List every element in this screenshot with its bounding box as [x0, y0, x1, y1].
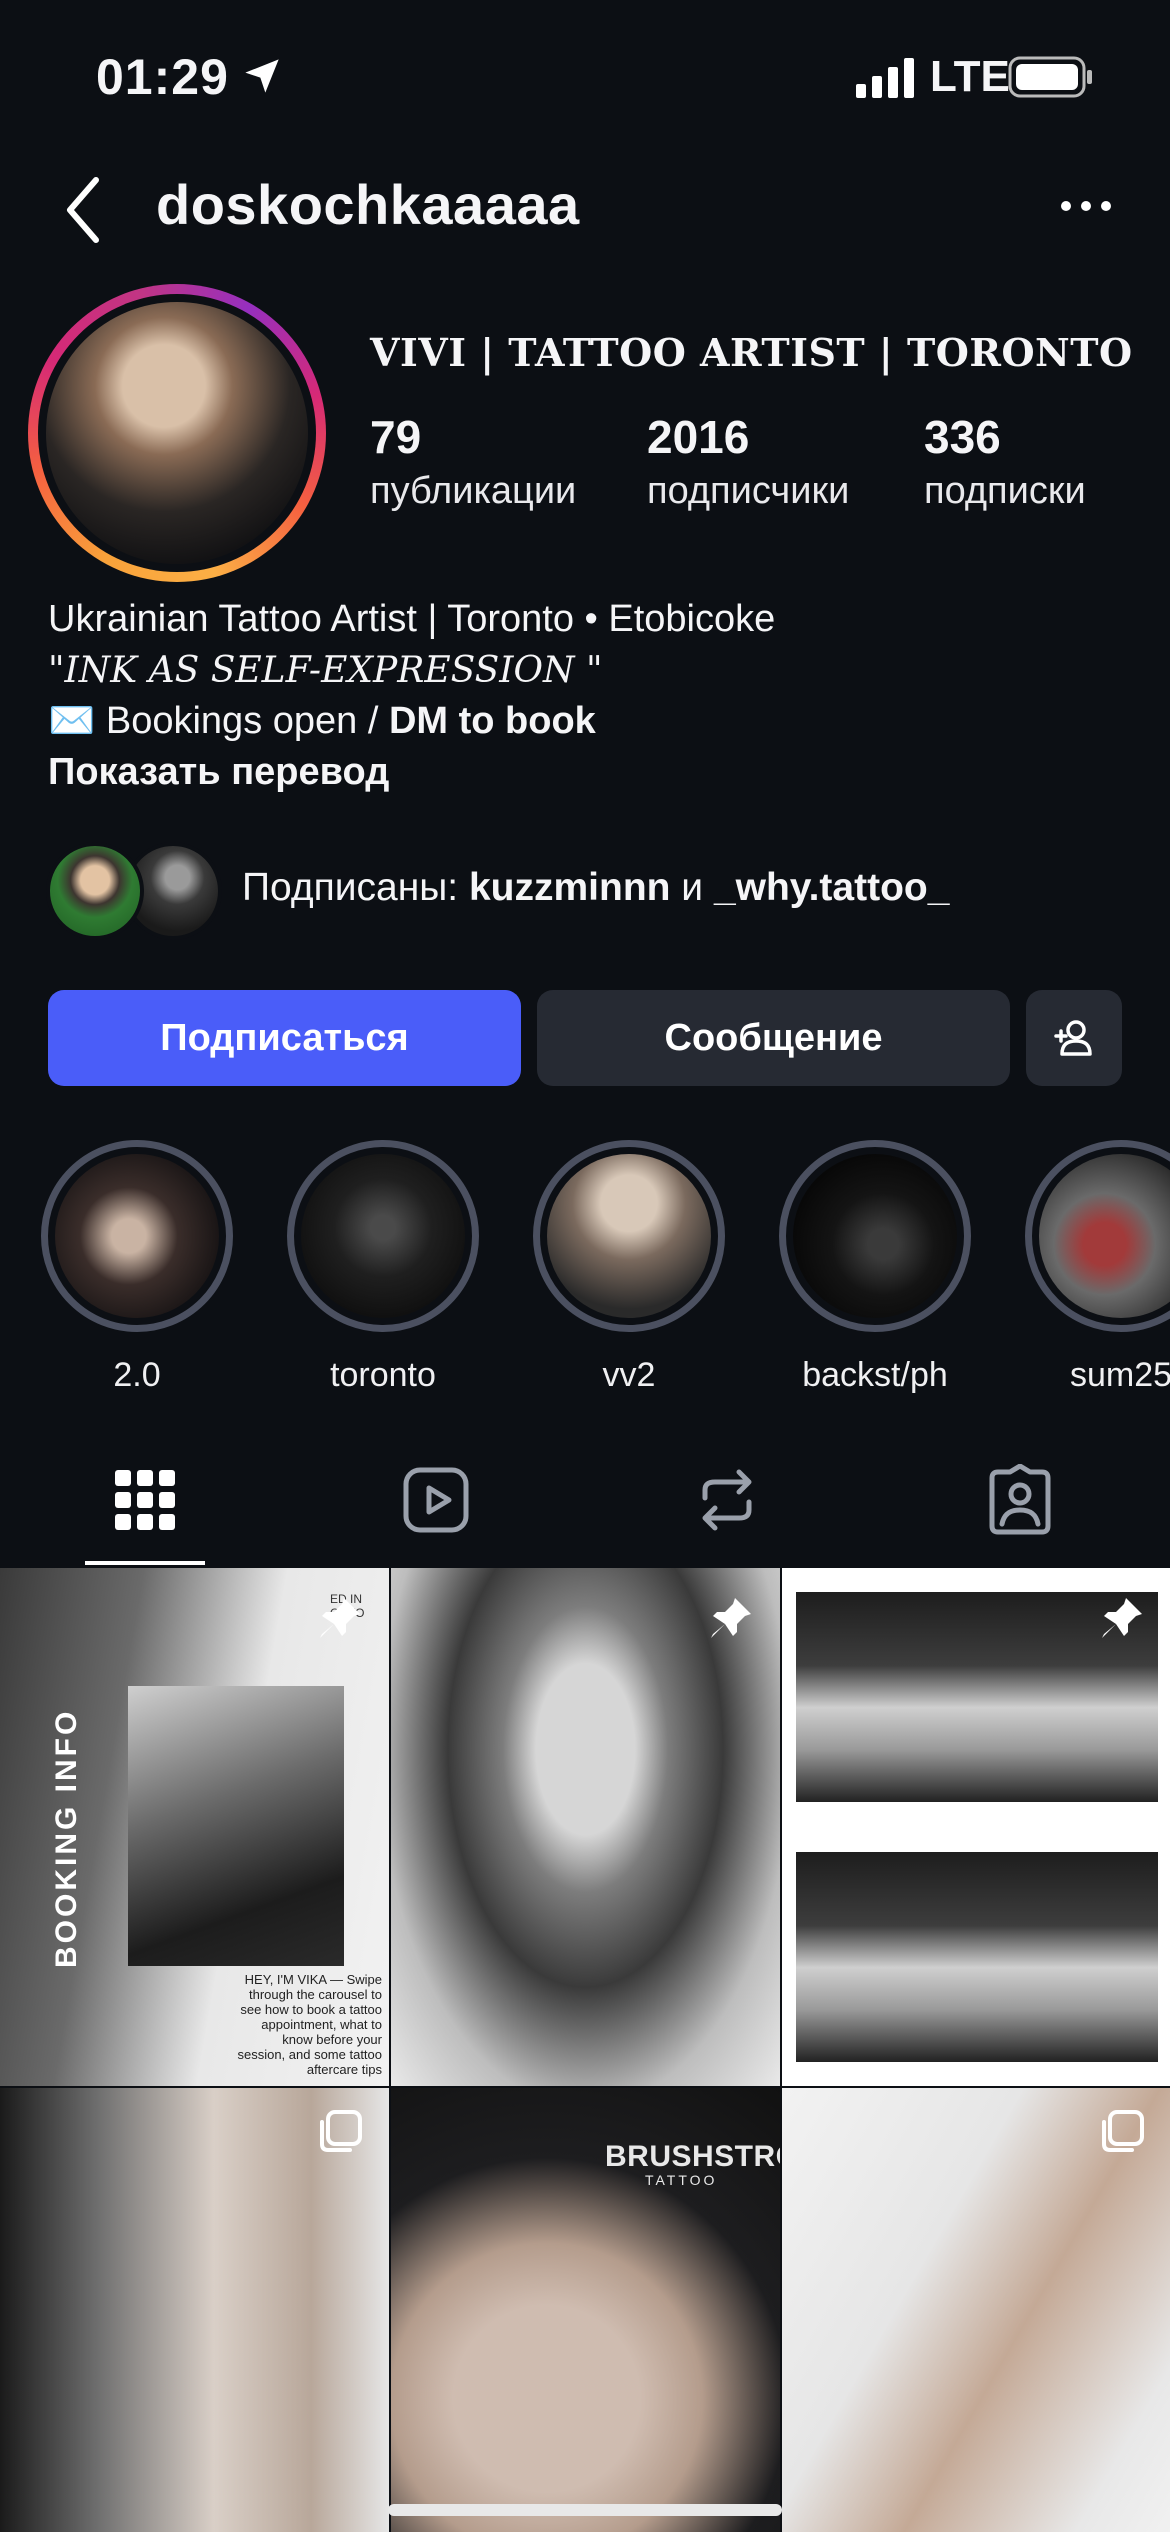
story-highlight[interactable]: backst/ph	[779, 1140, 971, 1395]
stat-followers[interactable]: 2016 подписчики	[647, 410, 849, 513]
avatar-photo	[46, 302, 308, 564]
tab-reels[interactable]	[400, 1464, 472, 1536]
highlight-label: toronto	[330, 1356, 436, 1394]
add-person-icon	[1054, 1020, 1092, 1056]
post-thumbnail[interactable]: BRUSHSTROKE TATTOO	[391, 2088, 780, 2532]
carousel-icon	[1102, 2110, 1144, 2152]
mutual-user-2[interactable]: _why.tattoo_	[714, 866, 949, 909]
mutual-joiner: и	[670, 866, 714, 909]
story-highlight[interactable]: toronto	[287, 1140, 479, 1395]
mutual-user-1[interactable]: kuzzminnn	[469, 866, 671, 909]
highlight-label: backst/ph	[802, 1356, 948, 1394]
highlight-cover	[1039, 1154, 1170, 1318]
battery-icon	[1008, 56, 1092, 98]
tab-grid[interactable]	[109, 1464, 181, 1536]
suggested-users-button[interactable]	[1026, 990, 1122, 1086]
post-thumbnail[interactable]: BOOKING INFO ED IN ONTO HEY, I'M VIKA — …	[0, 1568, 389, 2086]
post-watermark-sub: TATTOO	[645, 2172, 718, 2188]
post-overlay-caption: HEY, I'M VIKA — Swipe through the carous…	[237, 1972, 382, 2077]
network-type: LTE	[930, 52, 1010, 101]
post-thumbnail[interactable]	[782, 2088, 1170, 2532]
highlight-label: vv2	[602, 1356, 656, 1394]
home-indicator[interactable]	[388, 2504, 782, 2516]
status-time: 01:29	[96, 49, 229, 105]
stat-posts-label: публикации	[370, 470, 577, 512]
pin-icon	[711, 1598, 751, 1638]
stat-following[interactable]: 336 подписки	[924, 410, 1086, 513]
mutual-prefix: Подписаны:	[242, 866, 469, 909]
profile-username: doskochkaaaaa	[156, 173, 580, 236]
pin-icon	[1102, 1598, 1142, 1638]
highlight-label: sum25	[1069, 1356, 1170, 1394]
stat-following-label: подписки	[924, 470, 1086, 512]
back-chevron-icon[interactable]	[56, 170, 112, 250]
mutual-followers-text[interactable]: Подписаны: kuzzminnn и _why.tattoo_	[242, 866, 949, 910]
bio-line-3: ✉️ Bookings open / DM to book	[48, 696, 775, 747]
display-name: VIVI | TATTOO ARTIST | TORONTO	[370, 330, 1133, 375]
story-highlight[interactable]: 2.0	[41, 1140, 233, 1395]
more-options-icon[interactable]	[1058, 196, 1114, 216]
post-watermark: BRUSHSTROKE TATTOO	[605, 2140, 780, 2188]
post-thumbnail[interactable]	[391, 1568, 780, 2086]
stat-following-value: 336	[924, 411, 1001, 463]
status-bar: 01:29 LTE	[0, 0, 1170, 150]
highlight-label: 2.0	[113, 1356, 161, 1394]
story-highlight[interactable]: sum25	[1025, 1140, 1170, 1395]
mutual-follower-avatar[interactable]	[46, 842, 144, 940]
highlight-cover	[793, 1154, 957, 1318]
show-translation-link[interactable]: Показать перевод	[48, 747, 775, 798]
post-watermark-brand: BRUSHSTROKE	[605, 2140, 780, 2173]
message-button[interactable]: Сообщение	[537, 990, 1010, 1086]
stat-posts[interactable]: 79 публикации	[370, 410, 576, 513]
story-highlight[interactable]: vv2	[533, 1140, 725, 1395]
post-overlay-text: BOOKING INFO	[50, 1708, 83, 1968]
follow-button[interactable]: Подписаться	[48, 990, 521, 1086]
tab-tagged[interactable]	[984, 1464, 1056, 1536]
tab-reposts[interactable]	[691, 1464, 763, 1536]
posts-grid: BOOKING INFO ED IN ONTO HEY, I'M VIKA — …	[0, 1568, 1170, 2532]
post-thumbnail[interactable]	[782, 1568, 1170, 2086]
post-thumbnail[interactable]	[0, 2088, 389, 2532]
post-photo-bottom	[796, 1852, 1158, 2062]
carousel-icon	[320, 2110, 362, 2152]
cellular-signal-icon	[856, 58, 914, 98]
stat-posts-value: 79	[370, 411, 422, 463]
stat-followers-label: подписчики	[647, 470, 850, 512]
post-inset-photo	[128, 1686, 344, 1966]
bio-line-3-bold: DM to book	[388, 700, 596, 742]
highlight-cover	[55, 1154, 219, 1318]
highlight-cover	[301, 1154, 465, 1318]
location-arrow-icon	[245, 59, 279, 93]
profile-avatar[interactable]	[28, 284, 326, 582]
pin-icon	[320, 1598, 360, 1638]
highlight-cover	[547, 1154, 711, 1318]
stat-followers-value: 2016	[647, 411, 750, 463]
bio-line-3-text: ✉️ Bookings open /	[48, 700, 389, 742]
active-tab-indicator	[85, 1561, 205, 1565]
profile-bio: Ukrainian Tattoo Artist | Toronto • Etob…	[48, 594, 775, 798]
bio-line-2: "INK AS SELF-EXPRESSION "	[48, 650, 603, 691]
bio-line-1: Ukrainian Tattoo Artist | Toronto • Etob…	[48, 598, 776, 640]
